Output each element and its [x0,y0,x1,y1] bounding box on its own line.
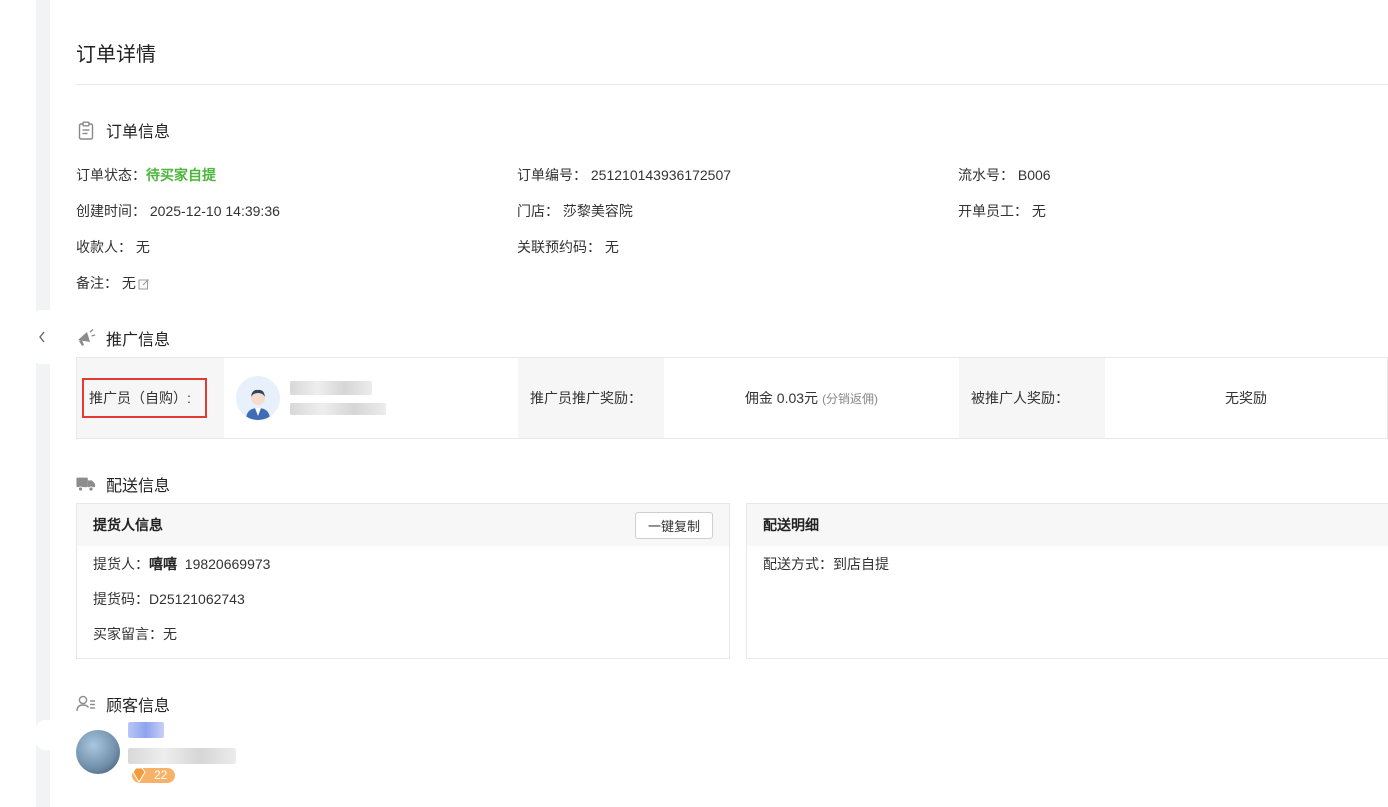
picker-label: 提货人： [93,556,149,572]
delivery-detail-panel: 配送明细 配送方式：到店自提 [746,503,1388,659]
serial-number-value: B006 [1017,167,1051,183]
pickup-code-row: 提货码：D25121062743 [93,589,245,609]
delivery-method-label: 配送方式： [763,556,833,572]
promoter-profile[interactable] [224,358,518,438]
megaphone-icon [76,328,96,348]
remark: 备注： 无 [76,273,150,293]
picker-name: 嘻嘻 [149,556,177,572]
customer-level-value: 22 [154,768,168,782]
store: 门店： 莎黎美容院 [517,201,633,221]
order-detail-content: 订单详情 订单信息 订单状态： 待买家自提 订单编号： 2512101439361… [50,0,1388,807]
title-divider [76,84,1388,85]
promoter-label: 推广员（自购）: [89,390,191,406]
left-strip [36,0,50,807]
buyer-message-row: 买家留言：无 [93,624,177,644]
delivery-detail-head: 配送明细 [747,504,1388,546]
promotion-title: 推广信息 [106,332,171,349]
customer-avatar[interactable] [76,730,120,774]
remark-label: 备注： [76,275,118,291]
delivery-title: 配送信息 [106,478,171,495]
page-title: 订单详情 [76,44,156,66]
booking-code: 关联预约码： 无 [517,237,619,257]
invitee-value-cell: 无奖励 [1105,358,1387,438]
order-status-value: 待买家自提 [146,167,216,183]
order-number-value: 251210143936172507 [590,167,732,183]
reward-note: (分销返佣) [822,391,879,406]
payee-value: 无 [135,239,150,255]
booking-code-value: 无 [604,239,619,255]
pickup-code-value: D25121062743 [149,591,245,607]
pickup-panel-head: 提货人信息 一键复制 [77,504,729,546]
order-number: 订单编号： 251210143936172507 [517,165,731,185]
delivery-header: 配送信息 [76,472,170,496]
clipboard-icon [76,120,96,140]
buyer-message-label: 买家留言： [93,626,163,642]
promoter-avatar [236,376,280,420]
customer-header: 顾客信息 [76,692,170,716]
customer-title: 顾客信息 [106,698,171,715]
created-time-value: 2025-12-10 14:39:36 [149,203,280,219]
copy-all-button[interactable]: 一键复制 [634,511,713,539]
reward-label: 推广员推广奖励： [530,390,642,406]
invitee-label: 被推广人奖励： [971,390,1069,406]
sidebar-collapse-toggle[interactable] [33,310,50,364]
order-number-label: 订单编号： [517,167,587,183]
edit-icon[interactable] [138,277,150,290]
reward-value: 佣金 0.03元 [744,390,819,406]
order-status-label: 订单状态： [76,167,146,183]
picker-phone: 19820669973 [184,556,271,572]
order-status: 订单状态： 待买家自提 [76,165,216,185]
serial-number-label: 流水号： [958,167,1014,183]
customer-icon [76,694,96,714]
store-label: 门店： [517,203,559,219]
invitee-value: 无奖励 [1225,390,1267,406]
delivery-detail-title: 配送明细 [763,517,819,533]
truck-icon [76,474,96,494]
delivery-method-value: 到店自提 [833,556,889,572]
remark-value: 无 [121,275,136,291]
invitee-label-cell: 被推广人奖励： [959,358,1105,438]
promoter-label-cell: 推广员（自购）: [77,358,224,438]
pickup-panel: 提货人信息 一键复制 提货人：嘻嘻 19820669973 提货码：D25121… [76,503,730,659]
customer-name-redacted [128,722,164,738]
order-info-header: 订单信息 [76,118,170,142]
staff: 开单员工： 无 [958,201,1046,221]
diamond-icon [132,767,146,783]
payee-label: 收款人： [76,239,132,255]
payee: 收款人： 无 [76,237,150,257]
booking-code-label: 关联预约码： [517,239,601,255]
promoter-phone-redacted [290,403,386,415]
store-value: 莎黎美容院 [562,203,633,219]
staff-value: 无 [1031,203,1046,219]
staff-label: 开单员工： [958,203,1028,219]
picker-row: 提货人：嘻嘻 19820669973 [93,554,270,574]
serial-number: 流水号： B006 [958,165,1051,185]
order-info-title: 订单信息 [106,124,171,141]
reward-label-cell: 推广员推广奖励： [518,358,664,438]
pickup-panel-title: 提货人信息 [93,517,163,533]
reward-value-cell: 佣金 0.03元 (分销返佣) [664,358,959,438]
promoter-name-redacted [290,381,372,395]
customer-phone-redacted [128,748,236,764]
promoter-label-highlight: 推广员（自购）: [82,378,207,418]
promotion-table: 推广员（自购）: 推广员推广奖励： 佣金 0.03元 (分销返佣) 被推广人奖励… [76,357,1388,439]
delivery-method-row: 配送方式：到店自提 [763,554,889,574]
promotion-header: 推广信息 [76,326,170,350]
buyer-message-value: 无 [163,626,177,642]
chevron-left-icon [38,331,45,343]
left-gutter [0,0,36,807]
created-time: 创建时间： 2025-12-10 14:39:36 [76,201,280,221]
created-time-label: 创建时间： [76,203,146,219]
pickup-code-label: 提货码： [93,591,149,607]
